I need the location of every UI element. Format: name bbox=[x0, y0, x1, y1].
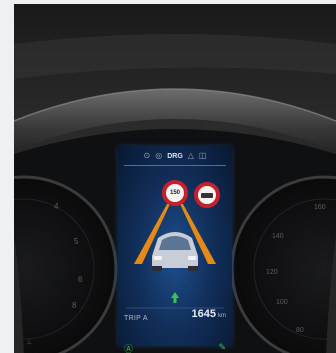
navigation-arrow-icon bbox=[171, 292, 179, 303]
svg-text:120: 120 bbox=[266, 269, 278, 276]
indicator-lights: Ⓐ ✎ bbox=[118, 342, 232, 353]
speed-limit-value: 150 bbox=[169, 190, 180, 196]
svg-text:5: 5 bbox=[74, 237, 79, 246]
auto-hold-icon: Ⓐ bbox=[124, 344, 134, 353]
instrument-display: ⊙ ◎ DRG △ ◫ 150 TRIP A 1645 km bbox=[118, 146, 232, 346]
vehicle-icon bbox=[152, 232, 198, 271]
no-entry-sign-icon bbox=[194, 182, 220, 208]
speed-limit-sign-icon: 150 bbox=[162, 180, 188, 206]
trip-unit: km bbox=[218, 313, 226, 319]
trip-reading: 1645 km bbox=[192, 304, 226, 322]
svg-text:8: 8 bbox=[72, 301, 77, 310]
no-entry-bar bbox=[201, 192, 213, 198]
svg-text:4: 4 bbox=[54, 202, 59, 211]
dashboard-photo: 4 5 6 8 ⊥ 160 140 120 100 80 ⊙ ◎ DRG △ ◫… bbox=[14, 4, 336, 353]
svg-text:6: 6 bbox=[78, 275, 83, 284]
svg-text:⊥: ⊥ bbox=[26, 339, 32, 346]
svg-text:100: 100 bbox=[276, 299, 288, 306]
trip-value: 1645 bbox=[191, 308, 216, 320]
trip-label: TRIP A bbox=[124, 315, 148, 322]
svg-text:140: 140 bbox=[272, 233, 284, 240]
trip-meter: TRIP A 1645 km bbox=[124, 308, 226, 322]
svg-text:80: 80 bbox=[296, 327, 304, 334]
eco-icon: ✎ bbox=[218, 342, 226, 352]
svg-text:160: 160 bbox=[314, 204, 326, 211]
